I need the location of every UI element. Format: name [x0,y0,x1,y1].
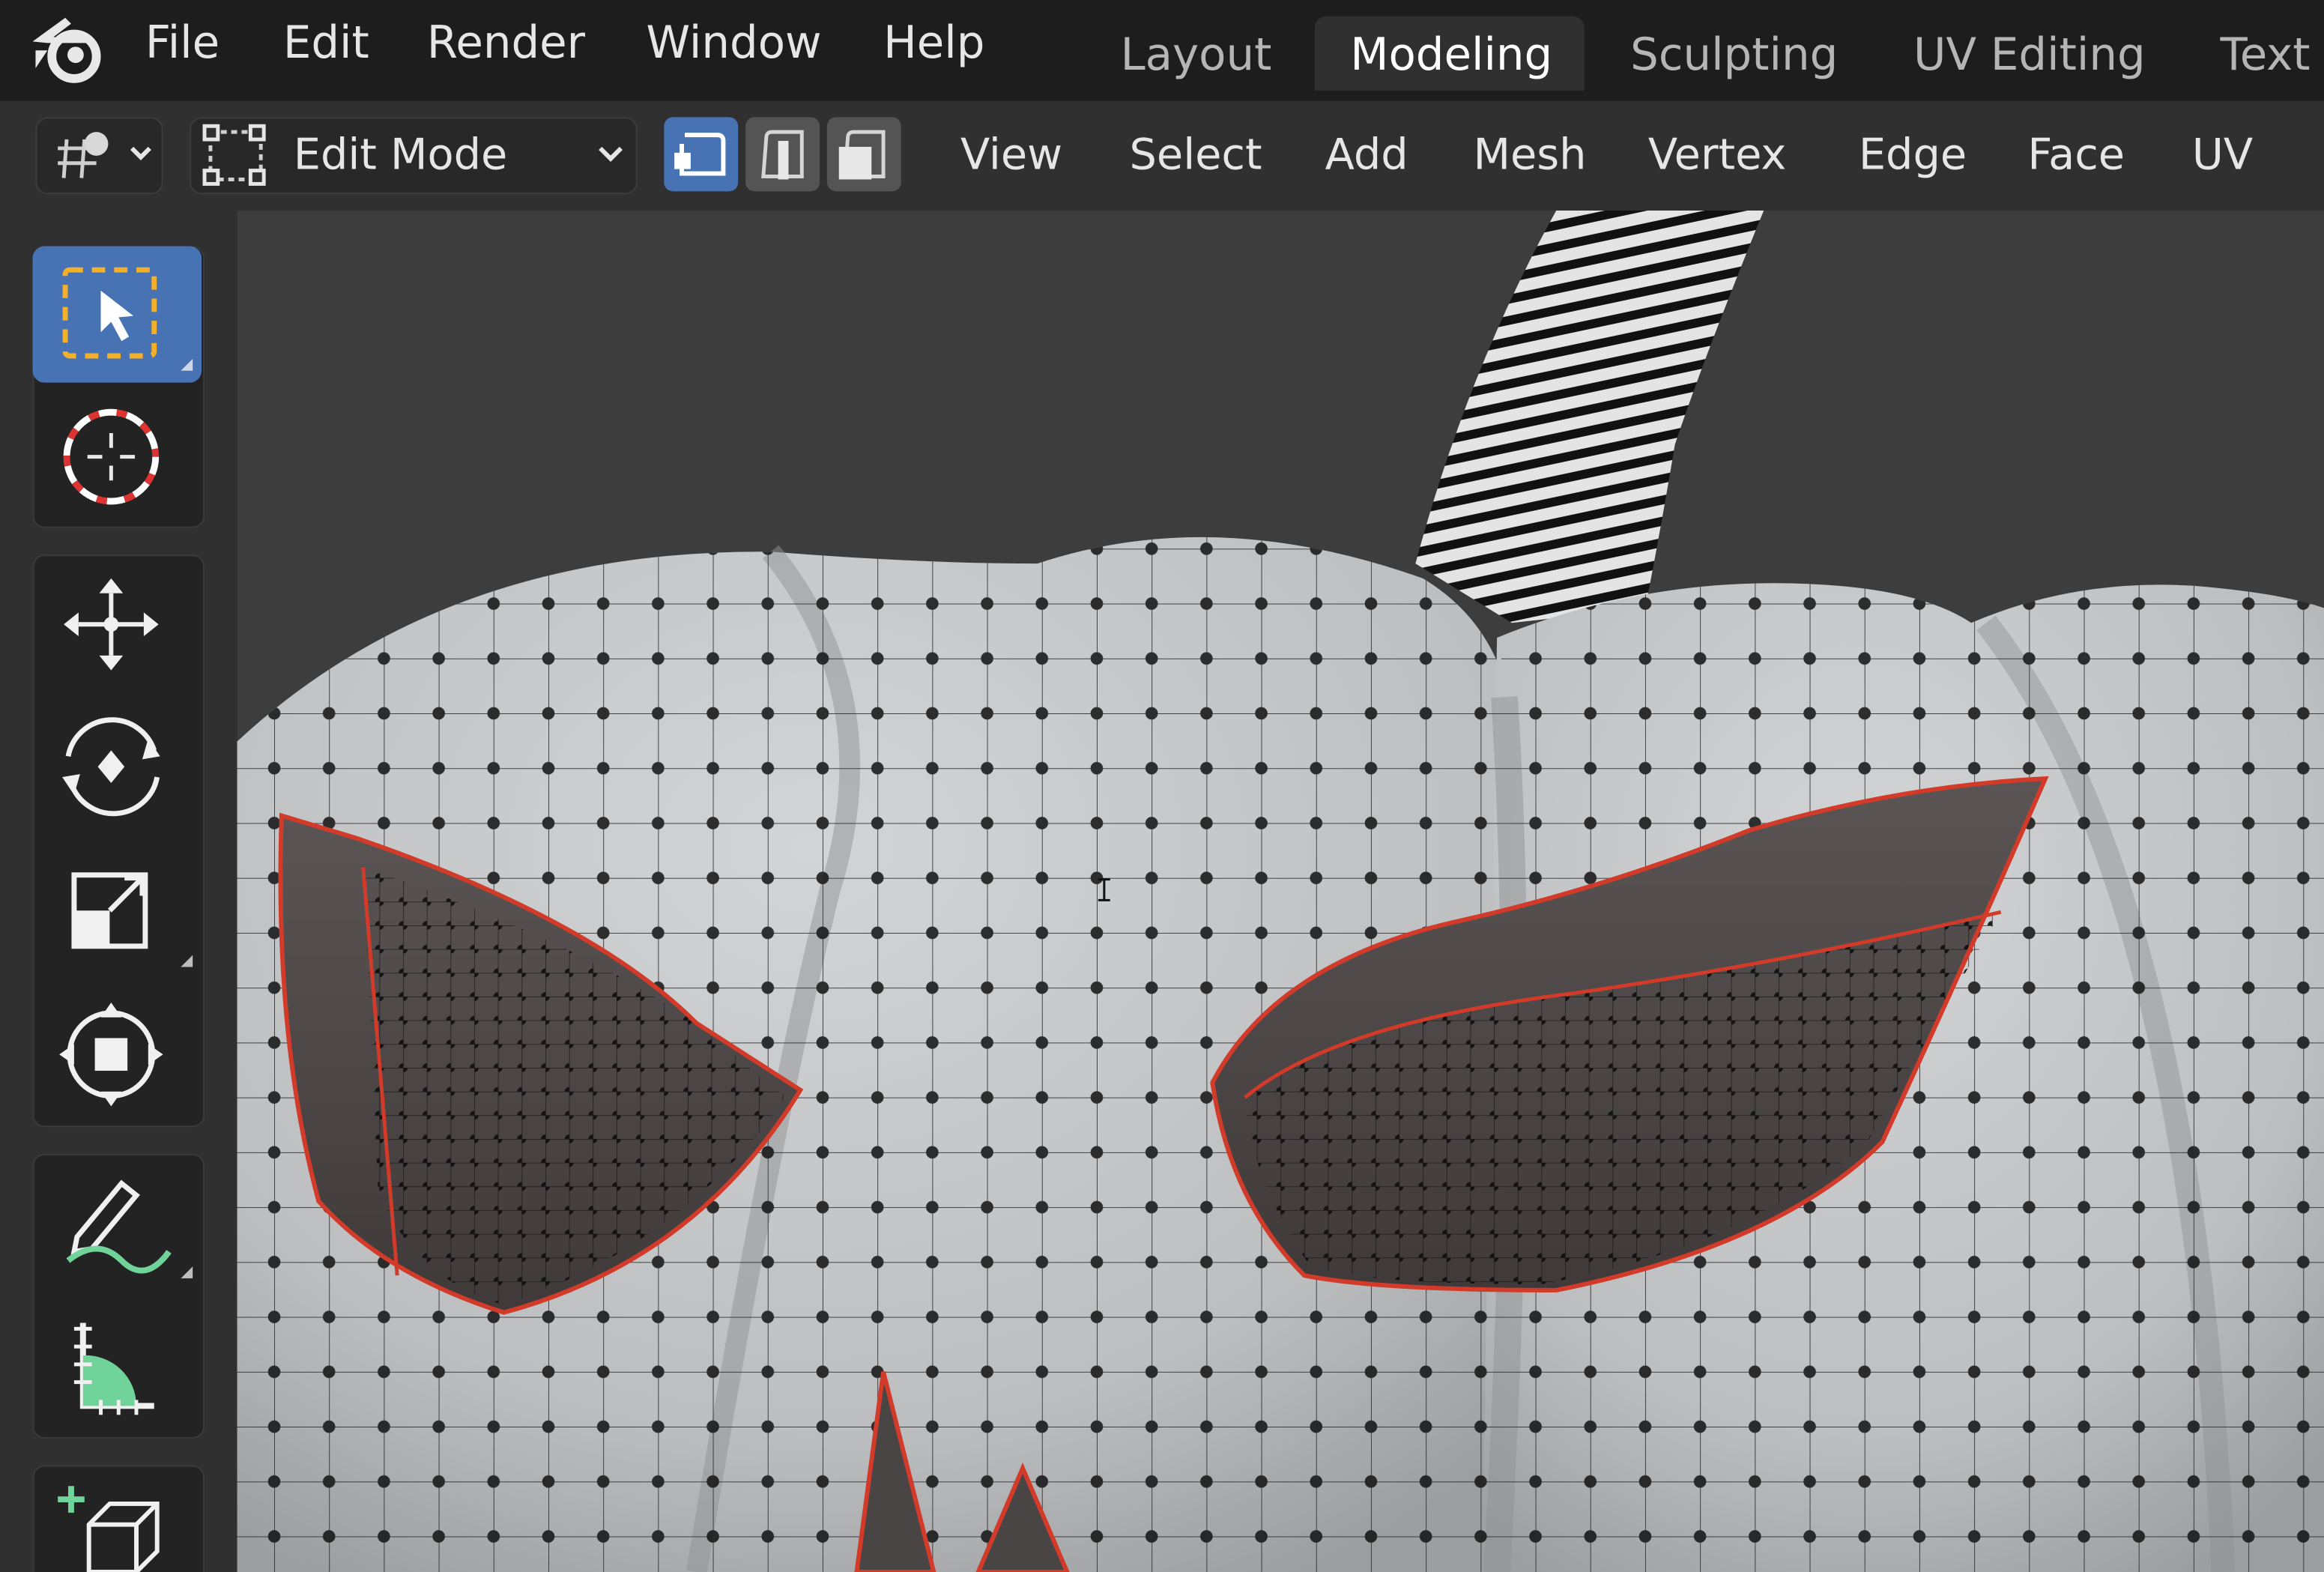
move-icon [64,578,159,671]
face-select-icon [838,130,886,180]
chevron-down-icon [130,146,151,160]
edit-mode-icon [202,124,266,186]
menu-edit[interactable]: Edit [283,12,369,77]
pumpkin-mesh[interactable] [237,211,2324,1572]
move-tool[interactable] [33,554,202,691]
rotate-tool[interactable] [33,697,202,833]
select-box-tool[interactable] [32,246,202,383]
menu-help[interactable]: Help [883,12,984,77]
menu-window[interactable]: Window [647,12,822,77]
annotate-tool[interactable] [33,1154,202,1290]
cursor-icon [63,408,160,505]
annotate-icon [66,1179,193,1279]
tab-modeling[interactable]: Modeling [1314,16,1585,91]
cursor-tool[interactable] [33,389,202,525]
select-box-icon [62,267,193,371]
menu-select[interactable]: Select [1129,124,1262,184]
menu-file[interactable]: File [145,12,220,77]
blender-logo-icon[interactable] [27,9,110,86]
scale-icon [71,872,193,967]
edge-select-button[interactable] [745,117,820,192]
top-bar: File Edit Render Window Help Layout Mode… [0,0,2324,101]
chevron-down-icon [599,146,623,162]
transform-icon [59,1002,163,1107]
face-select-button[interactable] [826,117,901,192]
menu-edge[interactable]: Edge [1859,124,1967,184]
menu-vertex[interactable]: Vertex [1648,124,1786,184]
tab-sculpting[interactable]: Sculpting [1595,16,1874,91]
menu-uv[interactable]: UV [2192,124,2253,184]
mode-label: Edit Mode [293,129,508,180]
add-cube-tool[interactable] [33,1465,202,1572]
object-interaction-icon [58,132,151,178]
pumpkin-stem [1415,211,1764,623]
tab-uv-editing[interactable]: UV Editing [1878,16,2182,91]
menu-face[interactable]: Face [2027,124,2125,184]
scale-tool[interactable] [33,842,202,979]
transform-tool[interactable] [33,985,202,1121]
edge-select-icon [761,130,804,180]
object-interaction-dropdown[interactable] [35,117,163,195]
menu-mesh[interactable]: Mesh [1473,124,1586,184]
vertex-select-icon [674,133,726,176]
menu-view[interactable]: View [960,124,1062,184]
3d-viewport[interactable] [237,211,2324,1572]
measure-icon [73,1322,154,1415]
menu-render[interactable]: Render [427,12,585,77]
menu-add[interactable]: Add [1325,124,1408,184]
add-cube-icon [58,1486,160,1572]
tab-text[interactable]: Text [2185,16,2324,91]
rotate-icon [62,717,160,817]
tab-layout[interactable]: Layout [1085,16,1307,91]
measure-tool[interactable] [33,1296,202,1433]
vertex-select-button[interactable] [664,117,739,192]
